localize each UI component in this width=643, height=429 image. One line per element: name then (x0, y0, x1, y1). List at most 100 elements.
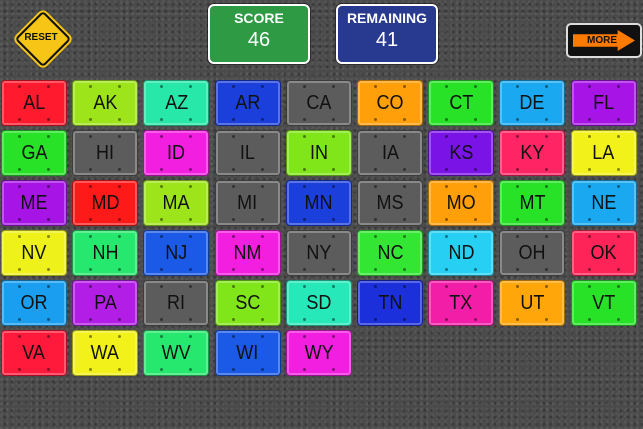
bolt-icon (160, 268, 164, 271)
bolt-icon (474, 235, 478, 238)
bolt-icon (403, 168, 406, 171)
bolt-icon (302, 285, 306, 288)
bolt-icon (374, 235, 377, 238)
bolt-icon (47, 368, 50, 371)
plate-label: VT (592, 291, 616, 314)
bolt-icon (118, 268, 122, 271)
plate-co[interactable]: CO (357, 80, 423, 126)
plate-ny[interactable]: NY (285, 230, 352, 276)
plate-mn[interactable]: MN (285, 180, 352, 226)
bolt-icon (587, 268, 591, 271)
plate-mt[interactable]: MT (499, 180, 566, 226)
plate-ar[interactable]: AR (214, 80, 281, 126)
bolt-icon (374, 285, 377, 288)
plate-sd[interactable]: SD (285, 280, 352, 326)
bolt-icon (403, 285, 406, 288)
plate-wy[interactable]: WY (285, 330, 352, 376)
plate-nm[interactable]: NM (214, 230, 281, 276)
plate-ks[interactable]: KS (428, 130, 495, 176)
bolt-icon (587, 318, 591, 321)
bolt-icon (374, 185, 377, 188)
bolt-icon (616, 168, 620, 171)
bolt-icon (587, 168, 591, 171)
plate-or[interactable]: OR (1, 280, 67, 326)
more-button[interactable]: MORE (566, 23, 642, 58)
bolt-icon (160, 285, 164, 288)
plate-label: AK (93, 91, 118, 114)
bolt-icon (302, 118, 306, 121)
plate-label: MD (91, 191, 120, 214)
plate-label: MT (519, 191, 546, 214)
plate-nc[interactable]: NC (357, 230, 423, 276)
plate-sc[interactable]: SC (214, 280, 281, 326)
plate-vt[interactable]: VT (570, 280, 637, 326)
bolt-icon (260, 318, 264, 321)
plate-nd[interactable]: ND (428, 230, 495, 276)
bolt-icon (445, 85, 449, 88)
plate-oh[interactable]: OH (499, 230, 566, 276)
plate-de[interactable]: DE (499, 80, 566, 126)
plate-mo[interactable]: MO (428, 180, 495, 226)
plate-me[interactable]: ME (1, 180, 67, 226)
plate-ms[interactable]: MS (357, 180, 423, 226)
bolt-icon (118, 218, 122, 221)
bolt-icon (445, 235, 449, 238)
plate-ri[interactable]: RI (143, 280, 210, 326)
plate-ct[interactable]: CT (428, 80, 495, 126)
bolt-icon (516, 118, 520, 121)
plate-ia[interactable]: IA (357, 130, 423, 176)
plate-ma[interactable]: MA (143, 180, 210, 226)
plate-wi[interactable]: WI (214, 330, 281, 376)
bolt-icon (18, 368, 21, 371)
bolt-icon (616, 135, 620, 138)
bolt-icon (374, 135, 377, 138)
plate-va[interactable]: VA (1, 330, 67, 376)
plate-nh[interactable]: NH (72, 230, 139, 276)
bolt-icon (47, 185, 50, 188)
plate-tx[interactable]: TX (428, 280, 495, 326)
plate-ok[interactable]: OK (570, 230, 637, 276)
plate-al[interactable]: AL (1, 80, 67, 126)
plate-ne[interactable]: NE (570, 180, 637, 226)
plate-mi[interactable]: MI (214, 180, 281, 226)
plate-wv[interactable]: WV (143, 330, 210, 376)
plate-ca[interactable]: CA (285, 80, 352, 126)
bolt-icon (474, 135, 478, 138)
plate-fl[interactable]: FL (570, 80, 637, 126)
plate-in[interactable]: IN (285, 130, 352, 176)
plate-pa[interactable]: PA (72, 280, 139, 326)
plate-ak[interactable]: AK (72, 80, 139, 126)
plate-az[interactable]: AZ (143, 80, 210, 126)
plate-ky[interactable]: KY (499, 130, 566, 176)
plate-nj[interactable]: NJ (143, 230, 210, 276)
bolt-icon (545, 235, 549, 238)
plate-hi[interactable]: HI (72, 130, 139, 176)
plate-la[interactable]: LA (570, 130, 637, 176)
bolt-icon (231, 235, 235, 238)
bolt-icon (445, 118, 449, 121)
plate-label: WV (161, 341, 191, 364)
plate-md[interactable]: MD (72, 180, 139, 226)
bolt-icon (302, 318, 306, 321)
bolt-icon (160, 85, 164, 88)
bolt-icon (89, 268, 93, 271)
bolt-icon (302, 168, 306, 171)
bolt-icon (516, 268, 520, 271)
plate-tn[interactable]: TN (357, 280, 423, 326)
reset-button[interactable]: RESET (14, 10, 72, 68)
plate-id[interactable]: ID (143, 130, 210, 176)
bolt-icon (189, 185, 193, 188)
plate-il[interactable]: IL (214, 130, 281, 176)
bolt-icon (403, 185, 406, 188)
bolt-icon (302, 135, 306, 138)
bolt-icon (587, 85, 591, 88)
plate-ut[interactable]: UT (499, 280, 566, 326)
plate-wa[interactable]: WA (72, 330, 139, 376)
plate-ga[interactable]: GA (1, 130, 67, 176)
plate-nv[interactable]: NV (1, 230, 67, 276)
bolt-icon (118, 185, 122, 188)
bolt-icon (47, 218, 50, 221)
bolt-icon (302, 235, 306, 238)
bolt-icon (302, 268, 306, 271)
plate-label: CO (376, 91, 404, 114)
